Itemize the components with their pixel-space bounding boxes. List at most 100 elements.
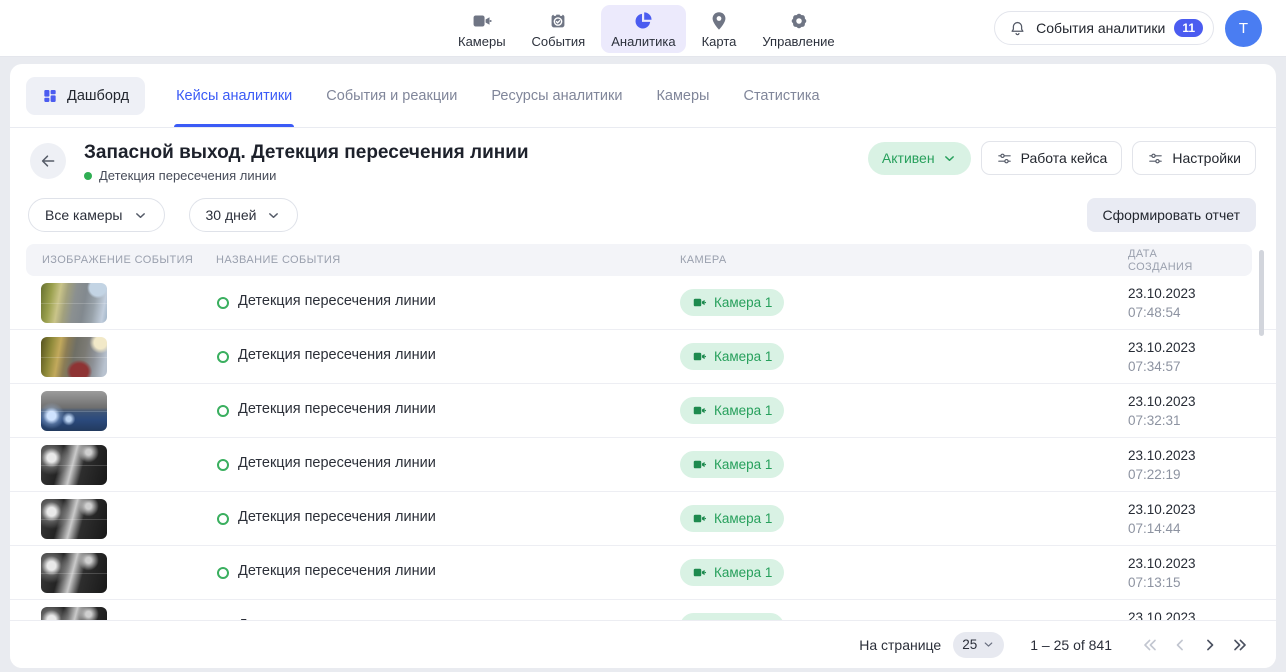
event-thumbnail[interactable] bbox=[41, 283, 107, 323]
case-actions: Активен Работа кейса Настройки bbox=[868, 141, 1256, 175]
nav-item-events[interactable]: События bbox=[522, 5, 596, 53]
table-row[interactable]: Детекция пересечения линии Камера 1 23.1… bbox=[10, 330, 1276, 384]
nav-item-videocam[interactable]: Камеры bbox=[448, 5, 516, 53]
nav-item-gear[interactable]: Управление bbox=[752, 5, 844, 53]
case-work-label: Работа кейса bbox=[1021, 150, 1108, 166]
generate-report-button[interactable]: Сформировать отчет bbox=[1087, 198, 1257, 232]
time-value: 07:48:54 bbox=[1128, 303, 1196, 322]
tabs-row: Дашборд Кейсы аналитики События и реакци… bbox=[10, 64, 1276, 128]
column-header-image: ИЗОБРАЖЕНИЕ СОБЫТИЯ bbox=[42, 244, 193, 276]
date-cell: 23.10.2023 07:34:57 bbox=[1128, 338, 1196, 376]
tab-3[interactable]: Камеры bbox=[639, 64, 726, 127]
camera-badge-label: Камера 1 bbox=[714, 403, 772, 418]
nav-item-label: Карта bbox=[702, 34, 737, 49]
case-subtitle: Детекция пересечения линии bbox=[84, 168, 529, 183]
status-label: Активен bbox=[882, 150, 935, 166]
camera-badge[interactable]: Камера 1 bbox=[680, 559, 784, 586]
page-title: Запасной выход. Детекция пересечения лин… bbox=[84, 141, 529, 165]
videocam-icon bbox=[471, 10, 493, 32]
chevron-right-icon bbox=[1200, 635, 1220, 655]
next-page-button[interactable] bbox=[1200, 633, 1224, 657]
settings-button[interactable]: Настройки bbox=[1132, 141, 1256, 175]
table-row[interactable]: Детекция пересечения линии Камера 1 23.1… bbox=[10, 384, 1276, 438]
event-thumbnail[interactable] bbox=[41, 337, 107, 377]
camera-badge[interactable]: Камера 1 bbox=[680, 505, 784, 532]
table-header: ИЗОБРАЖЕНИЕ СОБЫТИЯ НАЗВАНИЕ СОБЫТИЯ КАМ… bbox=[26, 244, 1252, 276]
camera-badge[interactable]: Камера 1 bbox=[680, 289, 784, 316]
event-ring-icon bbox=[217, 351, 229, 363]
arrow-left-icon bbox=[39, 152, 57, 170]
camera-badge-label: Камера 1 bbox=[714, 349, 772, 364]
nav-item-label: Камеры bbox=[458, 34, 506, 49]
date-cell: 23.10.2023 07:22:19 bbox=[1128, 446, 1196, 484]
event-ring-icon bbox=[217, 459, 229, 471]
tab-label: Камеры bbox=[656, 88, 709, 104]
first-page-button[interactable] bbox=[1140, 633, 1164, 657]
camera-badge[interactable]: Камера 1 bbox=[680, 343, 784, 370]
event-ring-icon bbox=[217, 513, 229, 525]
camera-filter-dropdown[interactable]: Все камеры bbox=[28, 198, 165, 232]
camera-badge[interactable]: Камера 1 bbox=[680, 397, 784, 424]
camera-badge-label: Камера 1 bbox=[714, 295, 772, 310]
date-value: 23.10.2023 bbox=[1128, 338, 1196, 357]
videocam-icon bbox=[692, 565, 707, 580]
analytics-events-label: События аналитики bbox=[1036, 20, 1165, 36]
back-button[interactable] bbox=[30, 143, 66, 179]
avatar[interactable]: T bbox=[1225, 10, 1262, 47]
tab-2[interactable]: Ресурсы аналитики bbox=[474, 64, 639, 127]
event-ring-icon bbox=[217, 567, 229, 579]
table-row[interactable]: Детекция пересечения линии Камера 1 23.1… bbox=[10, 276, 1276, 330]
nav-item-pin[interactable]: Карта bbox=[692, 5, 747, 53]
primary-nav: Камеры События Аналитика Карта Управлени… bbox=[448, 5, 845, 53]
event-thumbnail[interactable] bbox=[41, 445, 107, 485]
grid-icon bbox=[42, 88, 58, 104]
videocam-icon bbox=[692, 457, 707, 472]
camera-badge[interactable]: Камера 1 bbox=[680, 451, 784, 478]
per-page-dropdown[interactable]: 25 bbox=[953, 632, 1004, 658]
nav-item-label: Управление bbox=[762, 34, 834, 49]
table-row[interactable]: Детекция пересечения линии Камера 1 23.1… bbox=[10, 546, 1276, 600]
column-header-name: НАЗВАНИЕ СОБЫТИЯ bbox=[216, 244, 341, 276]
tab-1[interactable]: События и реакции bbox=[309, 64, 474, 127]
event-thumbnail[interactable] bbox=[41, 553, 107, 593]
double-chevron-right-icon bbox=[1230, 635, 1250, 655]
date-cell: 23.10.2023 07:13:15 bbox=[1128, 554, 1196, 592]
dashboard-button[interactable]: Дашборд bbox=[26, 77, 145, 115]
chevron-down-icon bbox=[266, 208, 281, 223]
event-thumbnail[interactable] bbox=[41, 391, 107, 431]
tab-0[interactable]: Кейсы аналитики bbox=[159, 64, 309, 127]
per-page-value: 25 bbox=[962, 637, 977, 652]
analytics-events-button[interactable]: События аналитики 11 bbox=[994, 11, 1214, 45]
camera-badge-label: Камера 1 bbox=[714, 511, 772, 526]
event-thumbnail[interactable] bbox=[41, 499, 107, 539]
tab-4[interactable]: Статистика bbox=[726, 64, 836, 127]
tab-bar: Кейсы аналитики События и реакции Ресурс… bbox=[159, 64, 837, 127]
event-name: Детекция пересечения линии bbox=[238, 563, 436, 579]
videocam-icon bbox=[692, 511, 707, 526]
event-name: Детекция пересечения линии bbox=[238, 455, 436, 471]
status-dropdown[interactable]: Активен bbox=[868, 142, 971, 175]
time-value: 07:14:44 bbox=[1128, 519, 1196, 538]
table-row[interactable]: Детекция пересечения линии Камера 1 23.1… bbox=[10, 438, 1276, 492]
pager-controls bbox=[1140, 633, 1254, 657]
case-header: Запасной выход. Детекция пересечения лин… bbox=[10, 141, 1276, 183]
double-chevron-left-icon bbox=[1140, 635, 1160, 655]
date-cell: 23.10.2023 07:32:31 bbox=[1128, 392, 1196, 430]
notification-count-badge: 11 bbox=[1174, 19, 1203, 37]
event-name: Детекция пересечения линии bbox=[238, 293, 436, 309]
bell-icon bbox=[1008, 19, 1027, 38]
settings-label: Настройки bbox=[1172, 150, 1241, 166]
last-page-button[interactable] bbox=[1230, 633, 1254, 657]
date-cell: 23.10.2023 07:14:44 bbox=[1128, 500, 1196, 538]
table-row[interactable]: Детекция пересечения линии Камера 1 23.1… bbox=[10, 492, 1276, 546]
nav-item-pie[interactable]: Аналитика bbox=[601, 5, 685, 53]
case-work-button[interactable]: Работа кейса bbox=[981, 141, 1123, 175]
vertical-scrollbar[interactable] bbox=[1259, 250, 1264, 336]
prev-page-button[interactable] bbox=[1170, 633, 1194, 657]
chevron-down-icon bbox=[133, 208, 148, 223]
pie-icon bbox=[632, 10, 654, 32]
date-value: 23.10.2023 bbox=[1128, 392, 1196, 411]
date-value: 23.10.2023 bbox=[1128, 284, 1196, 303]
period-filter-dropdown[interactable]: 30 дней bbox=[189, 198, 299, 232]
date-cell: 23.10.2023 07:48:54 bbox=[1128, 284, 1196, 322]
